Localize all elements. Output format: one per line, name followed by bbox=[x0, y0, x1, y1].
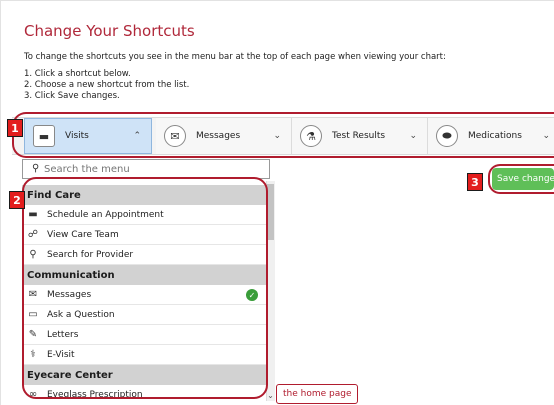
search-input[interactable] bbox=[44, 161, 264, 177]
instruction-step-1: 1. Click a shortcut below. bbox=[24, 69, 131, 79]
scroll-down-arrow-icon[interactable]: ⌄ bbox=[266, 391, 275, 402]
search-icon: ⚲ bbox=[32, 163, 40, 174]
callout-highlight-save bbox=[488, 164, 554, 194]
callout-badge-2: 2 bbox=[9, 191, 25, 209]
menu-scrollbar-thumb[interactable] bbox=[267, 184, 274, 240]
page-title: Change Your Shortcuts bbox=[24, 22, 195, 40]
callout-badge-1: 1 bbox=[7, 119, 23, 137]
callout-highlight-tabs bbox=[12, 112, 554, 158]
callout-badge-3: 3 bbox=[467, 173, 483, 191]
home-page-note: the home page bbox=[276, 384, 359, 404]
callout-highlight-menu bbox=[22, 177, 268, 399]
instruction-step-2: 2. Choose a new shortcut from the list. bbox=[24, 80, 190, 90]
instructions-text: To change the shortcuts you see in the m… bbox=[24, 52, 446, 62]
instruction-step-3: 3. Click Save changes. bbox=[24, 91, 120, 101]
